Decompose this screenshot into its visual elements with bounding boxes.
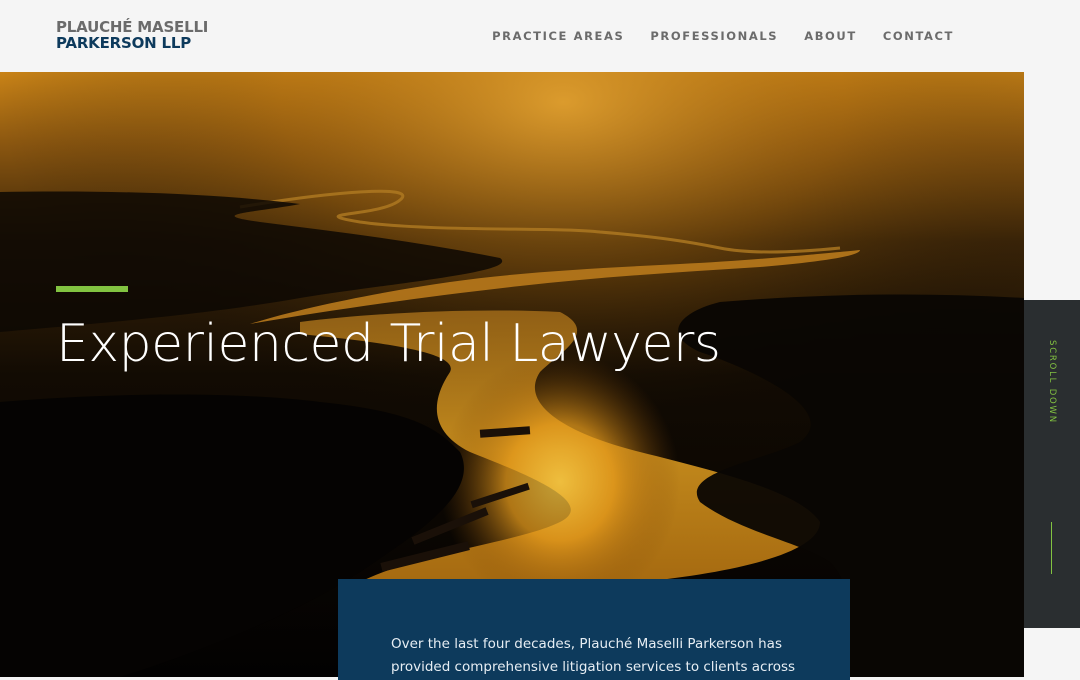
nav-about[interactable]: ABOUT (804, 29, 857, 43)
scroll-down-label: SCROLL DOWN (1047, 340, 1057, 424)
nav-practice-areas[interactable]: PRACTICE AREAS (492, 29, 624, 43)
logo-line-2: PARKERSON LLP (56, 34, 192, 52)
scroll-line-indicator (1051, 522, 1052, 574)
intro-box: Over the last four decades, Plauché Mase… (338, 579, 850, 680)
scroll-down-button[interactable]: SCROLL DOWN (1024, 300, 1080, 628)
intro-text: Over the last four decades, Plauché Mase… (391, 636, 796, 675)
logo[interactable]: PLAUCHÉ MASELLI PARKERSON LLP (56, 19, 208, 51)
logo-line-1: PLAUCHÉ MASELLI (56, 18, 209, 36)
main-nav: PRACTICE AREAS PROFESSIONALS ABOUT CONTA… (492, 29, 954, 43)
accent-bar (56, 286, 128, 292)
hero-title: Experienced Trial Lawyers (56, 314, 721, 374)
nav-professionals[interactable]: PROFESSIONALS (650, 29, 778, 43)
site-header: PLAUCHÉ MASELLI PARKERSON LLP PRACTICE A… (0, 0, 1080, 72)
nav-contact[interactable]: CONTACT (883, 29, 954, 43)
